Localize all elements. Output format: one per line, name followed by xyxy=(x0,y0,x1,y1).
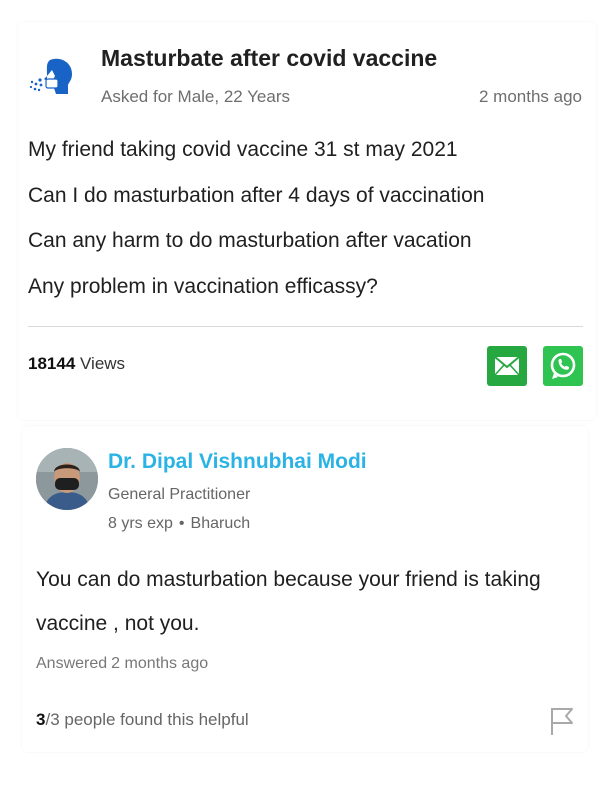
answer-text: You can do masturbation because your fri… xyxy=(36,568,541,635)
doctor-meta: 8 yrs exp • Bharuch xyxy=(108,515,250,533)
answered-time: 2 months ago xyxy=(111,655,209,672)
answered-label: Answered xyxy=(36,655,108,672)
question-title: Masturbate after covid vaccine xyxy=(101,45,438,71)
helpful-text: /3 people found this helpful xyxy=(45,710,249,729)
views-label: Views xyxy=(80,354,126,373)
page: Masturbate after covid vaccine Asked for… xyxy=(0,0,610,804)
doctor-avatar[interactable] xyxy=(36,448,98,510)
mail-icon xyxy=(494,356,520,376)
answer-card: Dr. Dipal Vishnubhai Modi General Practi… xyxy=(22,426,588,752)
divider xyxy=(28,326,583,327)
views-count: 18144 Views xyxy=(28,354,125,374)
answered-info: Answered 2 months ago xyxy=(36,655,208,673)
doctor-name-link[interactable]: Dr. Dipal Vishnubhai Modi xyxy=(108,450,367,474)
doctor-specialty: General Practitioner xyxy=(108,486,251,503)
meta-separator: • xyxy=(178,515,185,532)
question-line: Can any harm to do masturbation after va… xyxy=(28,229,472,252)
question-line: Can I do masturbation after 4 days of va… xyxy=(28,183,485,207)
whatsapp-icon xyxy=(550,352,576,379)
helpful-count: 3/3 people found this helpful xyxy=(36,710,249,730)
question-line: My friend taking covid vaccine 31 st may… xyxy=(28,138,458,161)
views-number: 18144 xyxy=(28,354,76,373)
question-body: My friend taking covid vaccine 31 st may… xyxy=(28,136,588,318)
question-asked-for: Asked for Male, 22 Years xyxy=(101,87,291,106)
doctor-experience: 8 yrs exp xyxy=(108,515,173,532)
share-whatsapp-button[interactable] xyxy=(543,346,583,386)
share-mail-button[interactable] xyxy=(487,346,527,386)
patient-sneeze-icon xyxy=(28,54,78,102)
doctor-location: Bharuch xyxy=(190,515,251,532)
question-time: 2 months ago xyxy=(478,87,582,106)
question-card: Masturbate after covid vaccine Asked for… xyxy=(18,22,596,420)
question-line: Any problem in vaccination efficassy? xyxy=(28,274,378,298)
flag-icon[interactable] xyxy=(548,706,576,736)
